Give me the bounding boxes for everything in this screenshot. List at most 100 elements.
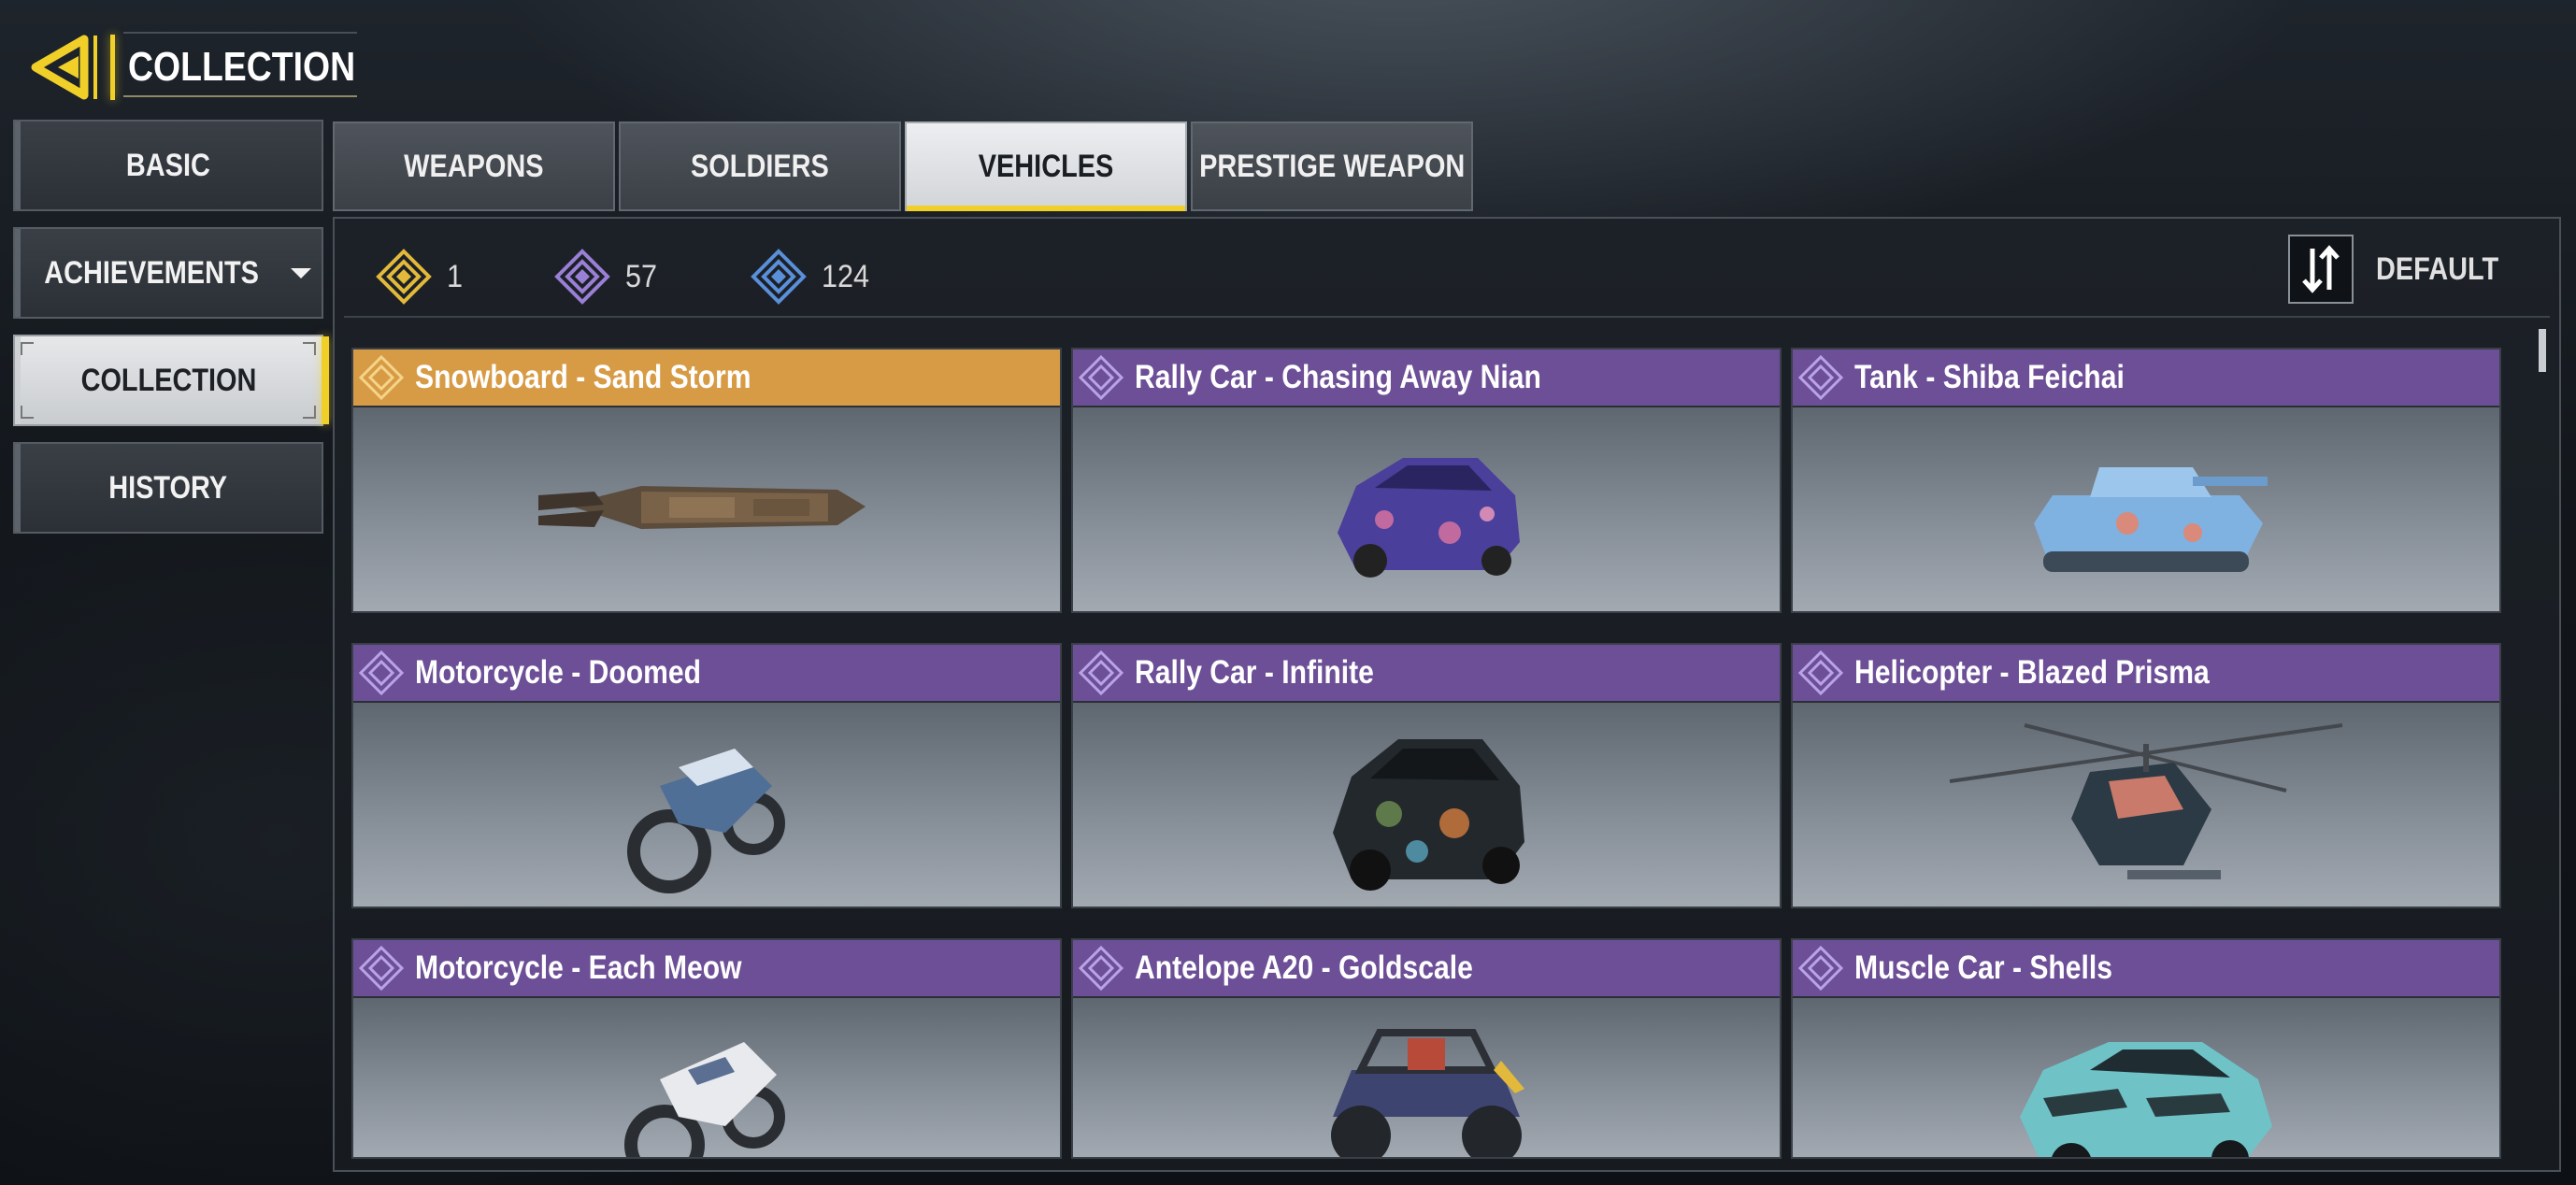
helicopter-image (1949, 723, 2343, 879)
tab-label: WEAPONS (404, 148, 544, 184)
rarity-counts: 1 57 124 (376, 239, 964, 314)
sidebar-item-label: HISTORY (108, 469, 228, 506)
item-card[interactable]: Rally Car - Infinite (1071, 643, 1782, 908)
item-card-header: Rally Car - Infinite (1073, 645, 1780, 701)
item-card-header: Antelope A20 - Goldscale (1073, 940, 1780, 996)
gold-diamond-icon (358, 354, 405, 401)
panel-divider (344, 316, 2550, 318)
tab-label: SOLDIERS (691, 148, 829, 184)
tab-vehicles[interactable]: VEHICLES (905, 121, 1187, 211)
blue-count: 124 (750, 249, 875, 305)
rally-car-image (1338, 458, 1520, 578)
collection-panel: 1 57 124 DEFAULT Snowboard - Sand Storm … (333, 217, 2561, 1172)
purple-diamond-icon (1797, 354, 1844, 401)
rally-car-image (1333, 739, 1524, 891)
item-card-header: Snowboard - Sand Storm (353, 350, 1060, 406)
sidebar-edge (15, 121, 21, 209)
title-topline (123, 32, 357, 34)
item-name: Motorcycle - Each Meow (415, 949, 742, 986)
item-name: Rally Car - Infinite (1135, 654, 1374, 691)
blue-diamond-icon (750, 249, 807, 305)
tab-weapons[interactable]: WEAPONS (333, 121, 615, 211)
purple-diamond-icon (1078, 650, 1124, 696)
item-card-header: Motorcycle - Each Meow (353, 940, 1060, 996)
purple-diamond-icon (1797, 945, 1844, 992)
sort-button[interactable]: DEFAULT (2287, 232, 2520, 307)
motorcycle-image (627, 749, 785, 893)
item-card[interactable]: Rally Car - Chasing Away Nian (1071, 348, 1782, 613)
item-card[interactable]: Muscle Car - Shells (1791, 938, 2501, 1159)
scrollbar[interactable] (2539, 329, 2546, 372)
sidebar-edge (15, 229, 21, 317)
item-preview (1793, 998, 2499, 1157)
corner-bracket (303, 342, 316, 355)
tank-image (2034, 467, 2268, 572)
item-preview (1073, 998, 1780, 1157)
corner-bracket (21, 342, 34, 355)
top-header: COLLECTION (26, 28, 395, 107)
gold-count-value: 1 (447, 258, 464, 294)
item-card[interactable]: Tank - Shiba Feichai (1791, 348, 2501, 613)
sidebar-item-basic[interactable]: BASIC (13, 120, 323, 211)
item-card-header: Motorcycle - Doomed (353, 645, 1060, 701)
chevron-down-icon (291, 267, 312, 278)
item-card[interactable]: Helicopter - Blazed Prisma (1791, 643, 2501, 908)
purple-diamond-icon (1078, 354, 1124, 401)
item-preview (1793, 703, 2499, 907)
tab-label: VEHICLES (978, 148, 1114, 184)
sidebar-item-achievements[interactable]: ACHIEVEMENTS (13, 227, 323, 319)
purple-count: 57 (554, 249, 661, 305)
back-arrow-icon (31, 35, 97, 100)
active-indicator (322, 336, 329, 424)
tab-label: PRESTIGE WEAPON (1198, 148, 1466, 184)
purple-diamond-icon (554, 249, 610, 305)
item-card-header: Rally Car - Chasing Away Nian (1073, 350, 1780, 406)
tab-soldiers[interactable]: SOLDIERS (619, 121, 901, 211)
header-separator (110, 35, 115, 100)
item-card[interactable]: Motorcycle - Doomed (351, 643, 1062, 908)
snowboard-image (538, 486, 866, 529)
sort-icon (2287, 235, 2354, 304)
item-name: Snowboard - Sand Storm (415, 359, 751, 395)
motorcycle-image (624, 1042, 785, 1157)
gold-diamond-icon (376, 249, 432, 305)
item-name: Muscle Car - Shells (1854, 949, 2113, 986)
item-card-header: Tank - Shiba Feichai (1793, 350, 2499, 406)
buggy-image (1331, 1029, 1524, 1157)
item-card-header: Muscle Car - Shells (1793, 940, 2499, 996)
item-preview (1073, 703, 1780, 907)
blue-count-value: 124 (821, 258, 869, 294)
item-name: Tank - Shiba Feichai (1854, 359, 2125, 395)
item-name: Motorcycle - Doomed (415, 654, 702, 691)
item-card[interactable]: Antelope A20 - Goldscale (1071, 938, 1782, 1159)
item-preview (353, 703, 1060, 907)
sidebar-item-label: BASIC (126, 147, 210, 183)
sidebar-item-history[interactable]: HISTORY (13, 442, 323, 534)
purple-diamond-icon (358, 945, 405, 992)
sort-label: DEFAULT (2375, 250, 2498, 287)
item-name: Antelope A20 - Goldscale (1135, 949, 1473, 986)
corner-bracket (21, 406, 34, 419)
item-preview (1793, 407, 2499, 611)
purple-diamond-icon (1078, 945, 1124, 992)
item-card[interactable]: Motorcycle - Each Meow (351, 938, 1062, 1159)
gold-count: 1 (376, 249, 465, 305)
purple-diamond-icon (1797, 650, 1844, 696)
sidebar-edge (15, 444, 21, 532)
sidebar-item-label: COLLECTION (80, 362, 256, 398)
corner-bracket (303, 406, 316, 419)
active-tab-indicator (907, 206, 1185, 211)
tab-prestige-weapon[interactable]: PRESTIGE WEAPON (1191, 121, 1473, 211)
item-card-header: Helicopter - Blazed Prisma (1793, 645, 2499, 701)
item-card[interactable]: Snowboard - Sand Storm (351, 348, 1062, 613)
purple-diamond-icon (358, 650, 405, 696)
sidebar-item-collection[interactable]: COLLECTION (13, 335, 329, 426)
sidebar-item-label: ACHIEVEMENTS (44, 254, 259, 291)
title-underline (123, 95, 357, 97)
item-preview (353, 407, 1060, 611)
item-preview (1073, 407, 1780, 611)
back-button[interactable] (26, 28, 105, 107)
purple-count-value: 57 (624, 258, 657, 294)
muscle-car-image (2020, 1042, 2272, 1157)
page-title: COLLECTION (128, 44, 356, 90)
